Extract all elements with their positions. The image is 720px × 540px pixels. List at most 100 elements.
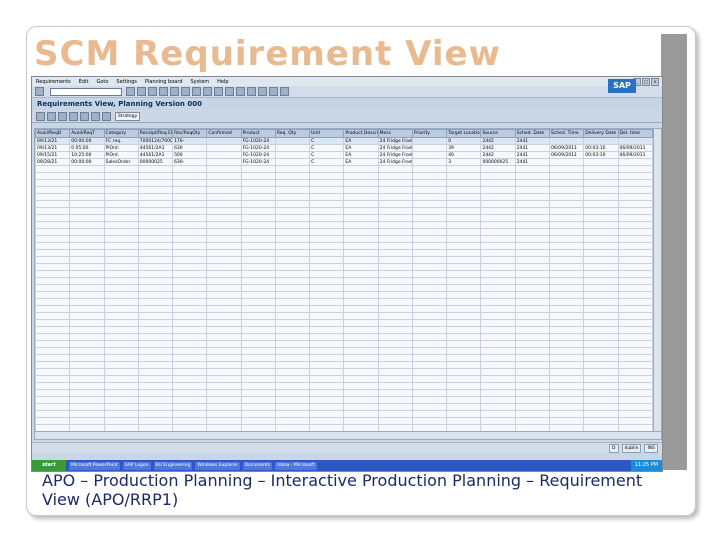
table-cell[interactable] bbox=[411, 144, 448, 152]
table-cell[interactable]: 09/28/21 bbox=[35, 158, 71, 166]
table-cell[interactable]: 10:25:00 bbox=[69, 151, 105, 159]
table-cell[interactable]: 0 05:00 bbox=[69, 144, 105, 152]
table-cell[interactable]: 2441 bbox=[514, 137, 550, 145]
table-cell[interactable]: EA bbox=[343, 158, 379, 166]
table-cell[interactable] bbox=[206, 158, 242, 166]
table-cell[interactable]: 7000124/7000124 bbox=[137, 137, 174, 145]
table-cell[interactable]: 24 Fridge Frost Std bbox=[377, 158, 413, 166]
table-cell[interactable]: 09/13/21 bbox=[35, 144, 71, 152]
table-cell[interactable] bbox=[411, 151, 448, 159]
edit-icon[interactable] bbox=[36, 111, 45, 121]
column-header[interactable]: Sched. Date bbox=[514, 129, 550, 138]
table-cell[interactable]: FC req. bbox=[103, 137, 139, 145]
shortcut-icon[interactable] bbox=[258, 87, 267, 96]
table-cell[interactable]: FG-1020-24 bbox=[240, 158, 276, 166]
table-cell[interactable]: 630- bbox=[172, 158, 208, 166]
enter-icon[interactable] bbox=[35, 87, 44, 96]
table-cell[interactable] bbox=[548, 137, 585, 145]
table-cell[interactable]: 0 bbox=[446, 137, 482, 145]
exit-icon[interactable] bbox=[148, 87, 157, 96]
column-header[interactable]: Sched. Time bbox=[548, 129, 585, 138]
table-cell[interactable]: EA bbox=[343, 144, 379, 152]
column-header[interactable]: Req. Qty bbox=[274, 129, 311, 138]
table-cell[interactable]: C bbox=[309, 158, 345, 166]
save-icon[interactable] bbox=[126, 87, 135, 96]
table-cell[interactable]: FG-1020-24 bbox=[240, 144, 276, 152]
strategy-button[interactable]: Strategy bbox=[115, 111, 141, 121]
menu-requirements[interactable]: Requirements bbox=[36, 79, 71, 85]
column-header[interactable]: Priority bbox=[411, 129, 448, 138]
back-icon[interactable] bbox=[137, 87, 146, 96]
table-cell[interactable]: 2441 bbox=[514, 158, 550, 166]
taskbar-item[interactable]: Inbox - Microsoft bbox=[275, 461, 317, 470]
column-header[interactable]: Target Location bbox=[446, 129, 482, 138]
taskbar-item[interactable]: BU Engineering bbox=[153, 461, 193, 470]
table-cell[interactable] bbox=[583, 158, 619, 166]
table-cell[interactable]: 24 Fridge Frost Std bbox=[377, 137, 413, 145]
close-icon[interactable]: × bbox=[651, 78, 659, 86]
table-cell[interactable]: 00:03:10 bbox=[583, 151, 619, 159]
start-button[interactable]: start bbox=[32, 460, 66, 471]
find-icon[interactable] bbox=[181, 87, 190, 96]
table-cell[interactable]: PlOrd. bbox=[103, 151, 139, 159]
last-page-icon[interactable] bbox=[236, 87, 245, 96]
table-cell[interactable] bbox=[617, 137, 654, 145]
taskbar-item[interactable]: SAP Logon bbox=[122, 461, 151, 470]
table-cell[interactable] bbox=[274, 158, 311, 166]
column-header[interactable]: Receipt/Req Elt bbox=[137, 129, 174, 138]
command-field[interactable] bbox=[50, 87, 122, 96]
layout-select-icon[interactable] bbox=[91, 111, 100, 121]
table-cell[interactable]: 06/09/2011 bbox=[548, 144, 585, 152]
table-cell[interactable]: 06/09/2011 bbox=[548, 151, 585, 159]
column-header[interactable]: Avail/ReqD bbox=[35, 129, 71, 138]
menu-settings[interactable]: Settings bbox=[116, 79, 137, 85]
column-header[interactable]: Product Descript. bbox=[343, 129, 379, 138]
column-header[interactable]: Delivery Date bbox=[583, 129, 619, 138]
table-cell[interactable]: 00000025 bbox=[137, 158, 174, 166]
table-cell[interactable]: 44561/2A1 bbox=[137, 144, 174, 152]
column-header[interactable]: Del. time bbox=[617, 129, 654, 138]
table-cell[interactable]: 06/09/2011 bbox=[617, 144, 654, 152]
table-cell[interactable]: 06/09/2011 bbox=[617, 151, 654, 159]
table-cell[interactable]: C bbox=[309, 144, 345, 152]
table-cell[interactable]: 630 bbox=[172, 144, 208, 152]
table-cell[interactable]: 00:00:00 bbox=[69, 158, 105, 166]
table-cell[interactable] bbox=[274, 151, 311, 159]
orders-icon[interactable] bbox=[47, 111, 56, 121]
table-row[interactable]: 09/15/21 10:25:00 PlOrd. 44561/2A1 500 FG-102… bbox=[35, 151, 654, 159]
help-icon[interactable] bbox=[269, 87, 278, 96]
table-cell[interactable] bbox=[583, 137, 619, 145]
first-page-icon[interactable] bbox=[203, 87, 212, 96]
table-cell[interactable]: 00:00:00 bbox=[69, 137, 105, 145]
table-cell[interactable]: 09/13/21 bbox=[35, 137, 71, 145]
table-cell[interactable]: 000000025 bbox=[480, 158, 516, 166]
table-cell[interactable]: 24 Fridge Frost Std bbox=[377, 144, 413, 152]
table-row[interactable]: 09/13/21 0 05:00 PlOrd. 44561/2A1 630 FG-1020… bbox=[35, 144, 654, 152]
table-cell[interactable] bbox=[548, 158, 585, 166]
next-page-icon[interactable] bbox=[225, 87, 234, 96]
taskbar-item[interactable]: Documents bbox=[242, 461, 273, 470]
column-header[interactable]: Confirmed bbox=[206, 129, 242, 138]
table-cell[interactable]: FG-1020-24 bbox=[240, 137, 276, 145]
table-cell[interactable]: 24 Fridge Frost Std bbox=[377, 151, 413, 159]
prev-page-icon[interactable] bbox=[214, 87, 223, 96]
menu-goto[interactable]: Goto bbox=[96, 79, 108, 85]
menu-help[interactable]: Help bbox=[217, 79, 228, 85]
table-row[interactable]: 09/28/21 00:00:00 SalesOrder 00000025 630- FG… bbox=[35, 158, 654, 166]
column-header[interactable]: Mess bbox=[377, 129, 413, 138]
horizontal-scrollbar[interactable] bbox=[35, 431, 661, 439]
taskbar-item[interactable]: Microsoft PowerPoint bbox=[69, 461, 120, 470]
column-header[interactable]: Unit bbox=[309, 129, 345, 138]
table-cell[interactable]: EA bbox=[343, 137, 379, 145]
table-cell[interactable] bbox=[206, 151, 242, 159]
table-cell[interactable] bbox=[274, 144, 311, 152]
find-next-icon[interactable] bbox=[192, 87, 201, 96]
layout-icon[interactable] bbox=[280, 87, 289, 96]
table-cell[interactable]: 176- bbox=[172, 137, 208, 145]
table-cell[interactable]: 44561/2A1 bbox=[137, 151, 174, 159]
column-header[interactable]: Product bbox=[240, 129, 276, 138]
table-cell[interactable] bbox=[274, 137, 311, 145]
table-cell[interactable] bbox=[617, 158, 654, 166]
table-cell[interactable]: 2442 bbox=[480, 144, 516, 152]
sort-icon[interactable] bbox=[69, 111, 78, 121]
